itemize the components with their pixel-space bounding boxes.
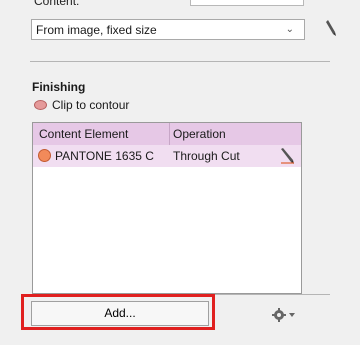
content-source-select[interactable]: From image, fixed size ⌄ — [31, 19, 305, 40]
header-operation[interactable]: Operation — [173, 127, 226, 141]
clip-to-contour-option[interactable]: Clip to contour — [34, 97, 129, 113]
cell-content-element: PANTONE 1635 C — [55, 149, 154, 163]
content-label: Content: — [34, 0, 80, 8]
table-header: Content Element Operation — [33, 123, 301, 146]
edit-pencil-icon[interactable] — [278, 147, 296, 165]
header-separator — [169, 123, 170, 145]
top-field[interactable] — [190, 0, 304, 6]
gear-icon[interactable] — [272, 308, 298, 322]
divider — [30, 61, 330, 62]
highlight-annotation — [21, 294, 215, 330]
color-swatch-icon — [38, 149, 51, 162]
pencil-icon[interactable] — [323, 19, 339, 39]
table-row[interactable]: PANTONE 1635 C Through Cut — [33, 145, 301, 167]
content-source-value: From image, fixed size — [36, 23, 157, 37]
header-content-element[interactable]: Content Element — [39, 127, 128, 141]
clip-icon — [34, 100, 47, 110]
clip-to-contour-label: Clip to contour — [52, 98, 130, 112]
finishing-table: Content Element Operation PANTONE 1635 C… — [32, 122, 302, 294]
finishing-title: Finishing — [32, 80, 86, 94]
chevron-down-icon: ⌄ — [285, 24, 294, 35]
top-strip: Content: — [0, 0, 360, 10]
cell-operation: Through Cut — [173, 149, 240, 163]
